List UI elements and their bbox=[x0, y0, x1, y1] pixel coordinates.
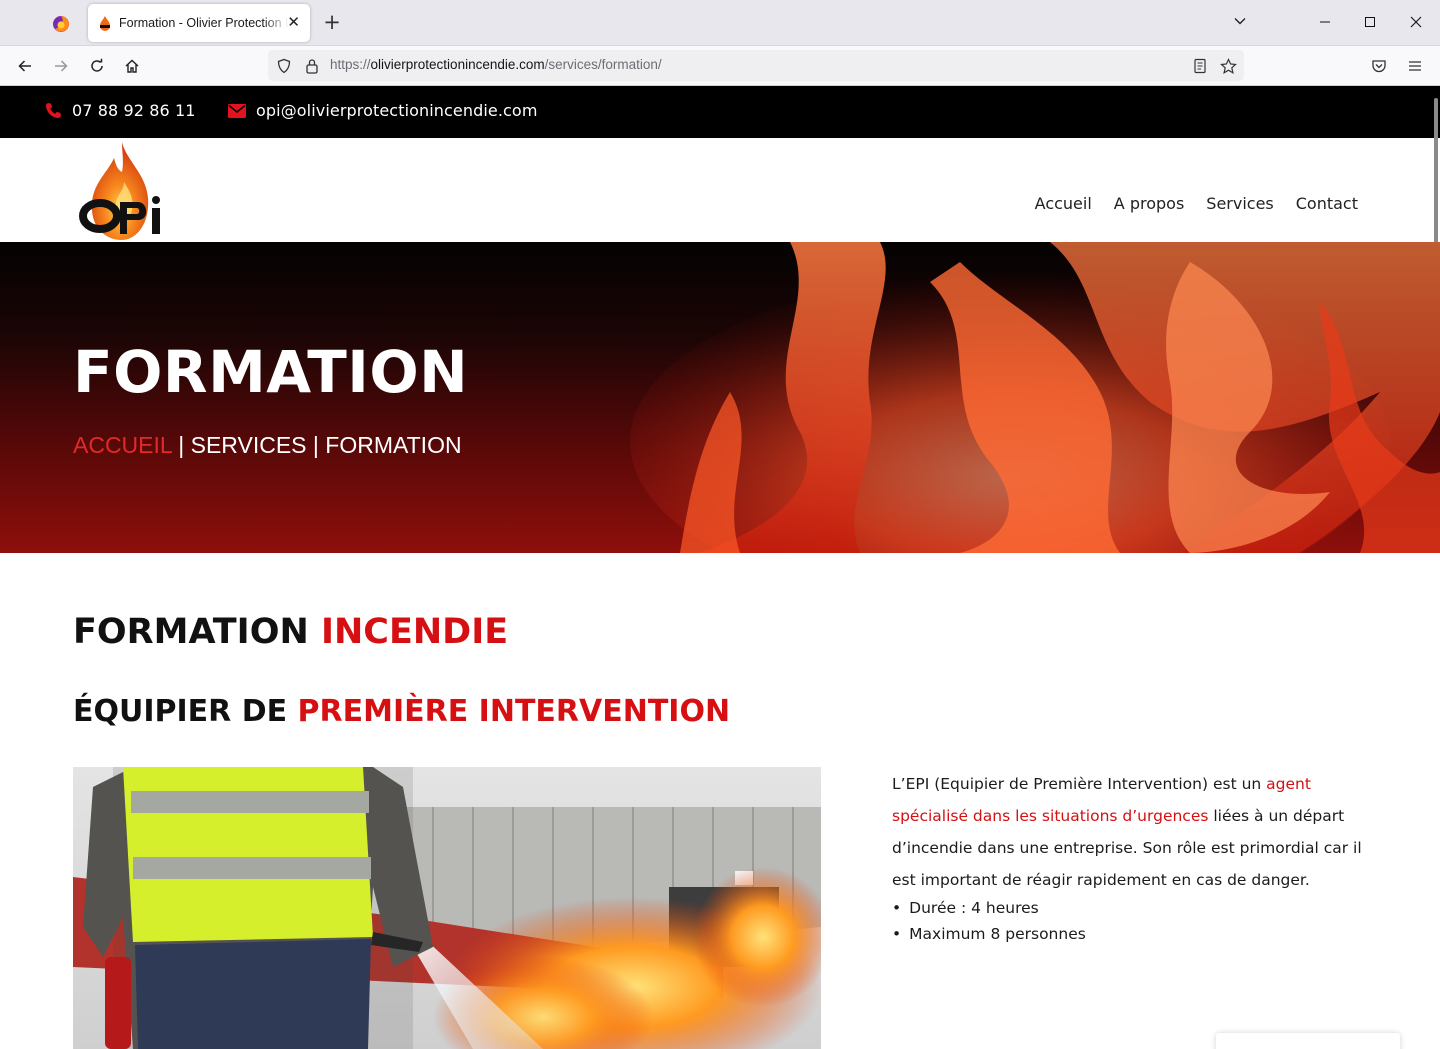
url-scheme: https:// bbox=[330, 57, 371, 72]
breadcrumb-separator: | bbox=[306, 432, 326, 458]
hero-banner: FORMATION ACCUEIL | SERVICES | FORMATION bbox=[0, 242, 1440, 553]
url-domain: olivierprotectionincendie.com bbox=[370, 57, 545, 72]
hamburger-menu-icon[interactable] bbox=[1404, 55, 1426, 77]
bookmark-star-icon[interactable] bbox=[1218, 56, 1238, 76]
browser-nav-bar: https://olivierprotectionincendie.com/se… bbox=[0, 46, 1440, 86]
main-navigation: Accueil A propos Services Contact bbox=[1035, 194, 1358, 213]
nav-services[interactable]: Services bbox=[1206, 194, 1273, 213]
site-header: Accueil A propos Services Contact bbox=[0, 138, 1440, 242]
back-arrow-icon[interactable] bbox=[14, 55, 36, 77]
url-text[interactable]: https://olivierprotectionincendie.com/se… bbox=[330, 57, 662, 72]
section-heading: FORMATION INCENDIE bbox=[73, 612, 508, 652]
section-heading-black: FORMATION bbox=[73, 612, 321, 652]
new-tab-icon[interactable]: + bbox=[321, 11, 343, 33]
site-favicon-icon bbox=[100, 16, 110, 31]
breadcrumb-services[interactable]: SERVICES bbox=[191, 432, 307, 458]
window-minimize-icon[interactable] bbox=[1315, 12, 1335, 32]
tracking-protection-shield-icon[interactable] bbox=[274, 56, 294, 76]
fire-extinguisher-training-photo bbox=[73, 767, 821, 1049]
page-title: FORMATION bbox=[73, 338, 469, 406]
list-item: Maximum 8 personnes bbox=[892, 921, 1086, 947]
nav-accueil[interactable]: Accueil bbox=[1035, 194, 1092, 213]
contact-top-bar: 07 88 92 86 11 opi@olivierprotectionince… bbox=[0, 86, 1440, 138]
reload-icon[interactable] bbox=[86, 55, 108, 77]
email-contact[interactable]: opi@olivierprotectionincendie.com bbox=[228, 101, 538, 120]
list-item: Durée : 4 heures bbox=[892, 895, 1086, 921]
home-icon[interactable] bbox=[121, 55, 143, 77]
url-path: /services/formation/ bbox=[544, 57, 662, 72]
breadcrumb-home[interactable]: ACCUEIL bbox=[73, 432, 172, 458]
envelope-icon bbox=[228, 103, 246, 118]
list-all-tabs-icon[interactable] bbox=[1232, 13, 1250, 31]
reader-view-icon[interactable] bbox=[1190, 56, 1210, 76]
window-close-icon[interactable] bbox=[1406, 12, 1426, 32]
breadcrumb: ACCUEIL | SERVICES | FORMATION bbox=[73, 432, 462, 459]
pocket-icon[interactable] bbox=[1368, 55, 1390, 77]
tab-title: Formation - Olivier Protection Incendie bbox=[119, 16, 289, 30]
section-subheading: ÉQUIPIER DE PREMIÈRE INTERVENTION bbox=[73, 694, 730, 729]
nav-contact[interactable]: Contact bbox=[1296, 194, 1358, 213]
firefox-menu-icon[interactable] bbox=[48, 11, 74, 37]
section-subheading-red: PREMIÈRE INTERVENTION bbox=[297, 694, 731, 729]
phone-icon bbox=[45, 103, 61, 119]
section-subheading-black: ÉQUIPIER DE bbox=[73, 694, 298, 729]
breadcrumb-separator: | bbox=[171, 432, 191, 458]
section-heading-red: INCENDIE bbox=[320, 612, 509, 652]
description-text: L’EPI (Equipier de Première Intervention… bbox=[892, 775, 1267, 793]
epi-description: L’EPI (Equipier de Première Intervention… bbox=[892, 768, 1374, 896]
breadcrumb-current: FORMATION bbox=[325, 432, 462, 458]
opi-logo[interactable] bbox=[78, 140, 170, 242]
email-address: opi@olivierprotectionincendie.com bbox=[256, 101, 538, 120]
forward-arrow-icon[interactable] bbox=[50, 55, 72, 77]
tab-close-icon[interactable]: ✕ bbox=[287, 13, 300, 31]
browser-tab-bar: Formation - Olivier Protection Incendie … bbox=[0, 0, 1440, 46]
window-maximize-icon[interactable] bbox=[1360, 12, 1380, 32]
floating-widget[interactable] bbox=[1216, 1033, 1400, 1049]
nav-a-propos[interactable]: A propos bbox=[1114, 194, 1184, 213]
training-details-list: Durée : 4 heures Maximum 8 personnes bbox=[892, 895, 1086, 947]
address-bar[interactable]: https://olivierprotectionincendie.com/se… bbox=[268, 50, 1244, 81]
phone-contact[interactable]: 07 88 92 86 11 bbox=[45, 101, 196, 120]
phone-number: 07 88 92 86 11 bbox=[72, 101, 196, 120]
lock-icon[interactable] bbox=[302, 56, 322, 76]
browser-tab-active[interactable]: Formation - Olivier Protection Incendie … bbox=[88, 4, 310, 42]
